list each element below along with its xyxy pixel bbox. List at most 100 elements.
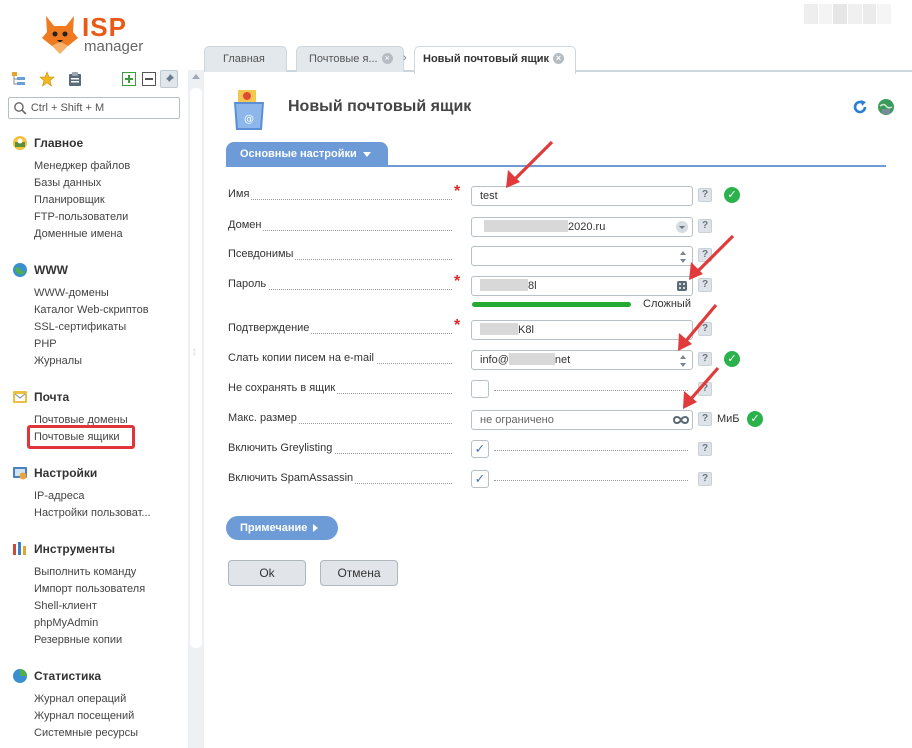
field-label: Домен — [228, 219, 264, 231]
field-label: Не сохранять в ящик — [228, 382, 338, 394]
sidebar-item-file-manager[interactable]: Менеджер файлов — [0, 158, 188, 175]
sidebar-item-import-user[interactable]: Импорт пользователя — [0, 581, 188, 598]
stepper-arrows-icon[interactable] — [678, 354, 688, 368]
help-icon[interactable]: ? — [698, 352, 712, 366]
password-input[interactable]: 8l — [471, 276, 693, 296]
help-icon[interactable]: ? — [698, 278, 712, 292]
nav-section-title: Почта — [34, 390, 70, 404]
tab-label: Новый почтовый ящик — [423, 53, 550, 65]
sidebar-item-databases[interactable]: Базы данных — [0, 175, 188, 192]
form-row-dont-store: Не сохранять в ящик ? — [228, 378, 848, 400]
sidebar-item-phpmyadmin[interactable]: phpMyAdmin — [0, 615, 188, 632]
sidebar-nav: Главное Менеджер файлов Базы данных План… — [0, 134, 188, 748]
basic-settings-tab[interactable]: Основные настройки — [226, 142, 388, 166]
aliases-input[interactable] — [471, 246, 693, 266]
logo-manager-text: manager — [84, 38, 144, 55]
help-icon[interactable]: ? — [698, 248, 712, 262]
close-tab-icon[interactable]: × — [553, 52, 565, 64]
field-label: Включить Greylisting — [228, 442, 335, 454]
page-title: Новый почтовый ящик — [288, 98, 472, 115]
nav-section-tools: Инструменты Выполнить команду Импорт пол… — [0, 540, 188, 649]
help-icon[interactable]: ? — [698, 442, 712, 456]
spamassassin-checkbox[interactable]: ✓ — [471, 470, 688, 488]
sidebar-item-web-scripts[interactable]: Каталог Web-скриптов — [0, 302, 188, 319]
favorites-star-icon[interactable] — [38, 70, 56, 88]
sidebar-item-backups[interactable]: Резервные копии — [0, 632, 188, 649]
form-row-copy-email: Слать копии писем на e-mail info@ net ? ✓ — [228, 348, 848, 370]
field-label: Пароль — [228, 278, 269, 290]
chevron-down-icon — [362, 151, 371, 157]
name-input[interactable]: test — [471, 186, 693, 206]
valid-check-icon: ✓ — [747, 411, 763, 427]
help-icon[interactable]: ? — [698, 412, 712, 426]
copy-email-input[interactable]: info@ net — [471, 350, 693, 370]
sidebar-item-shell-client[interactable]: Shell-клиент — [0, 598, 188, 615]
sidebar-item-user-settings[interactable]: Настройки пользоват... — [0, 505, 188, 522]
sidebar-item-operations-log[interactable]: Журнал операций — [0, 691, 188, 708]
tab-mailboxes[interactable]: Почтовые я... × — [296, 46, 404, 72]
sidebar-item-system-resources[interactable]: Системные ресурсы — [0, 725, 188, 742]
isp-manager-logo[interactable]: ISP manager — [40, 12, 160, 58]
tree-view-icon[interactable] — [10, 70, 28, 88]
nav-section-header[interactable]: Главное — [0, 134, 188, 152]
refresh-icon[interactable] — [851, 98, 869, 116]
sidebar-item-visits-log[interactable]: Журнал посещений — [0, 708, 188, 725]
tab-home[interactable]: Главная — [204, 46, 287, 72]
nav-section-header[interactable]: Статистика — [0, 667, 188, 685]
greylisting-checkbox[interactable]: ✓ — [471, 440, 688, 458]
sidebar-item-ip-addresses[interactable]: IP-адреса — [0, 488, 188, 505]
resize-grip-icon[interactable]: ⁞ — [193, 348, 199, 358]
required-marker: * — [454, 273, 461, 290]
sidebar-item-scheduler[interactable]: Планировщик — [0, 192, 188, 209]
sidebar-item-domain-names[interactable]: Доменные имена — [0, 226, 188, 243]
sidebar-item-mailboxes[interactable]: Почтовые ящики — [0, 425, 188, 449]
pin-icon[interactable] — [160, 70, 178, 88]
note-button-label: Примечание — [240, 522, 308, 534]
help-icon[interactable]: ? — [698, 188, 712, 202]
generate-password-dice-icon[interactable] — [676, 280, 688, 292]
scrollbar-thumb[interactable] — [190, 88, 202, 648]
password-confirm-input[interactable]: K8l — [471, 320, 693, 340]
expand-all-icon[interactable] — [120, 70, 138, 88]
valid-check-icon: ✓ — [724, 187, 740, 203]
stats-icon — [13, 669, 27, 683]
sidebar-item-logs[interactable]: Журналы — [0, 353, 188, 370]
field-label: Подтверждение — [228, 322, 312, 334]
stepper-arrows-icon[interactable] — [678, 250, 688, 264]
sidebar-item-php[interactable]: PHP — [0, 336, 188, 353]
nav-section-header[interactable]: Почта — [0, 388, 188, 406]
sidebar-item-ssl[interactable]: SSL-сертификаты — [0, 319, 188, 336]
sidebar-scrollbar[interactable]: ⁞ — [188, 70, 204, 748]
sidebar-item-ftp-users[interactable]: FTP-пользователи — [0, 209, 188, 226]
tab-new-mailbox[interactable]: Новый почтовый ящик × — [414, 46, 576, 74]
close-tab-icon[interactable]: × — [381, 52, 393, 64]
nav-section-header[interactable]: WWW — [0, 261, 188, 279]
sidebar-search-input[interactable] — [30, 102, 179, 114]
password-value: 8l — [528, 280, 537, 292]
dont-store-checkbox[interactable] — [471, 380, 688, 398]
chevron-down-icon[interactable] — [676, 221, 688, 233]
clipboard-icon[interactable] — [66, 70, 84, 88]
help-icon[interactable]: ? — [698, 219, 712, 233]
sidebar-item-run-command[interactable]: Выполнить команду — [0, 564, 188, 581]
ok-button[interactable]: Ok — [228, 560, 306, 586]
help-icon[interactable]: ? — [698, 322, 712, 336]
sidebar-search-box[interactable] — [8, 97, 180, 119]
help-icon[interactable]: ? — [698, 472, 712, 486]
infinity-icon[interactable] — [673, 415, 689, 425]
nav-section-header[interactable]: Настройки — [0, 464, 188, 482]
nav-section-title: Настройки — [34, 466, 98, 480]
scroll-up-icon[interactable] — [192, 74, 200, 79]
help-globe-icon[interactable] — [877, 98, 895, 116]
max-size-input[interactable]: не ограничено — [471, 410, 693, 430]
collapse-all-icon[interactable] — [140, 70, 158, 88]
nav-section-header[interactable]: Инструменты — [0, 540, 188, 558]
nav-section-main: Главное Менеджер файлов Базы данных План… — [0, 134, 188, 243]
note-button[interactable]: Примечание — [226, 516, 338, 540]
domain-select[interactable]: 2020.ru — [471, 217, 693, 237]
sidebar-item-www-domains[interactable]: WWW-домены — [0, 285, 188, 302]
field-label: Слать копии писем на e-mail — [228, 352, 376, 364]
redacted-text — [480, 279, 528, 292]
help-icon[interactable]: ? — [698, 382, 712, 396]
cancel-button[interactable]: Отмена — [320, 560, 398, 586]
